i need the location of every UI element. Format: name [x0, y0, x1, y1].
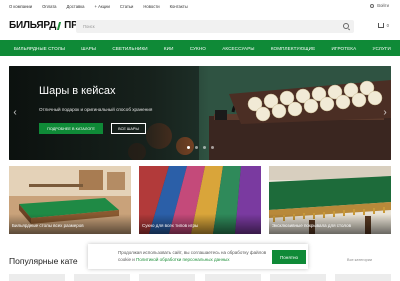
topbar-link-payment[interactable]: Оплата — [42, 4, 56, 9]
slider-dots — [187, 146, 219, 149]
cookie-accept-button[interactable]: Понятно — [272, 250, 306, 264]
topbar-link-about[interactable]: О компании — [9, 4, 32, 9]
nav-item-cues[interactable]: КИИ — [164, 46, 174, 51]
hero-overlay — [9, 66, 209, 160]
logo-mark-icon — [57, 22, 63, 30]
topbar-link-articles[interactable]: Статьи — [120, 4, 134, 9]
cart-icon — [377, 23, 384, 28]
hero-subtitle: Отличный подарок и оригинальный способ х… — [39, 107, 153, 112]
slider-dot[interactable] — [195, 146, 198, 149]
topbar-link-contacts[interactable]: Контакты — [170, 4, 188, 9]
all-balls-button[interactable]: ВСЕ ШАРЫ — [111, 123, 146, 134]
slider-dot[interactable] — [187, 146, 190, 149]
category-card-cloth[interactable]: Сукно для всех типов игры — [139, 166, 261, 234]
header: БИЛЬЯРД ПРОФ Поиск 0 — [0, 16, 400, 38]
card-caption: Бильярдные столы всех размеров — [12, 223, 84, 228]
topbar-link-delivery[interactable]: Доставка — [67, 4, 85, 9]
hero-banner: Шары в кейсах Отличный подарок и оригина… — [9, 66, 391, 160]
top-bar: О компании Оплата Доставка + Акции Стать… — [0, 0, 400, 12]
nav-item-services[interactable]: УСЛУГИ — [373, 46, 391, 51]
card-caption: Сукно для всех типов игры — [142, 223, 199, 228]
category-card-tables[interactable]: Бильярдные столы всех размеров — [9, 166, 131, 234]
login-link[interactable]: Войти — [370, 3, 389, 8]
nav-item-lamps[interactable]: СВЕТИЛЬНИКИ — [112, 46, 147, 51]
hero-title: Шары в кейсах — [39, 85, 116, 97]
slider-dot[interactable] — [203, 146, 206, 149]
popular-tile[interactable] — [269, 274, 326, 281]
slider-dot[interactable] — [211, 146, 214, 149]
cart-count: 0 — [386, 23, 389, 28]
topbar-link-promo[interactable]: + Акции — [95, 4, 110, 9]
privacy-policy-link[interactable]: Политикой обработки персональных данных — [136, 257, 230, 262]
prev-slide-icon[interactable]: ‹ — [11, 103, 19, 121]
popular-categories-title: Популярные кате — [9, 256, 78, 266]
nav-item-game-room[interactable]: ИГРОТЕКА — [332, 46, 357, 51]
nav-item-tables[interactable]: БИЛЬЯРДНЫЕ СТОЛЫ — [14, 46, 65, 51]
search-icon[interactable] — [343, 23, 349, 29]
popular-tiles — [9, 274, 391, 281]
logo-text-left: БИЛЬЯРД — [9, 20, 57, 31]
popular-tile[interactable] — [204, 274, 261, 281]
next-slide-icon[interactable]: › — [381, 103, 389, 121]
cart-button[interactable]: 0 — [377, 23, 389, 28]
main-nav: БИЛЬЯРДНЫЕ СТОЛЫ ШАРЫ СВЕТИЛЬНИКИ КИИ СУ… — [0, 40, 400, 56]
all-categories-link[interactable]: Все категории — [347, 258, 372, 262]
search-placeholder: Поиск — [83, 23, 95, 29]
nav-item-parts[interactable]: КОМПЛЕКТУЮЩИЕ — [271, 46, 315, 51]
popular-tile[interactable] — [74, 274, 131, 281]
search-input[interactable]: Поиск — [76, 20, 354, 33]
topbar-link-news[interactable]: Новости — [143, 4, 159, 9]
catalog-details-button[interactable]: ПОДРОБНЕЕ В КАТАЛОГЕ — [39, 123, 103, 134]
nav-item-accessories[interactable]: АКСЕССУАРЫ — [222, 46, 254, 51]
user-icon — [370, 3, 375, 8]
cookie-banner: Продолжая использовать сайт, вы соглашае… — [88, 244, 308, 269]
popular-tile[interactable] — [334, 274, 391, 281]
cookie-text: Продолжая использовать сайт, вы соглашае… — [118, 250, 268, 263]
login-label: Войти — [377, 3, 389, 8]
popular-tile[interactable] — [9, 274, 65, 281]
nav-item-cloth[interactable]: СУКНО — [190, 46, 206, 51]
popular-tile[interactable] — [139, 274, 196, 281]
nav-item-balls[interactable]: ШАРЫ — [81, 46, 96, 51]
card-caption: Эксклюзивные покрывала для столов — [272, 223, 352, 228]
category-card-covers[interactable]: Эксклюзивные покрывала для столов — [269, 166, 391, 234]
